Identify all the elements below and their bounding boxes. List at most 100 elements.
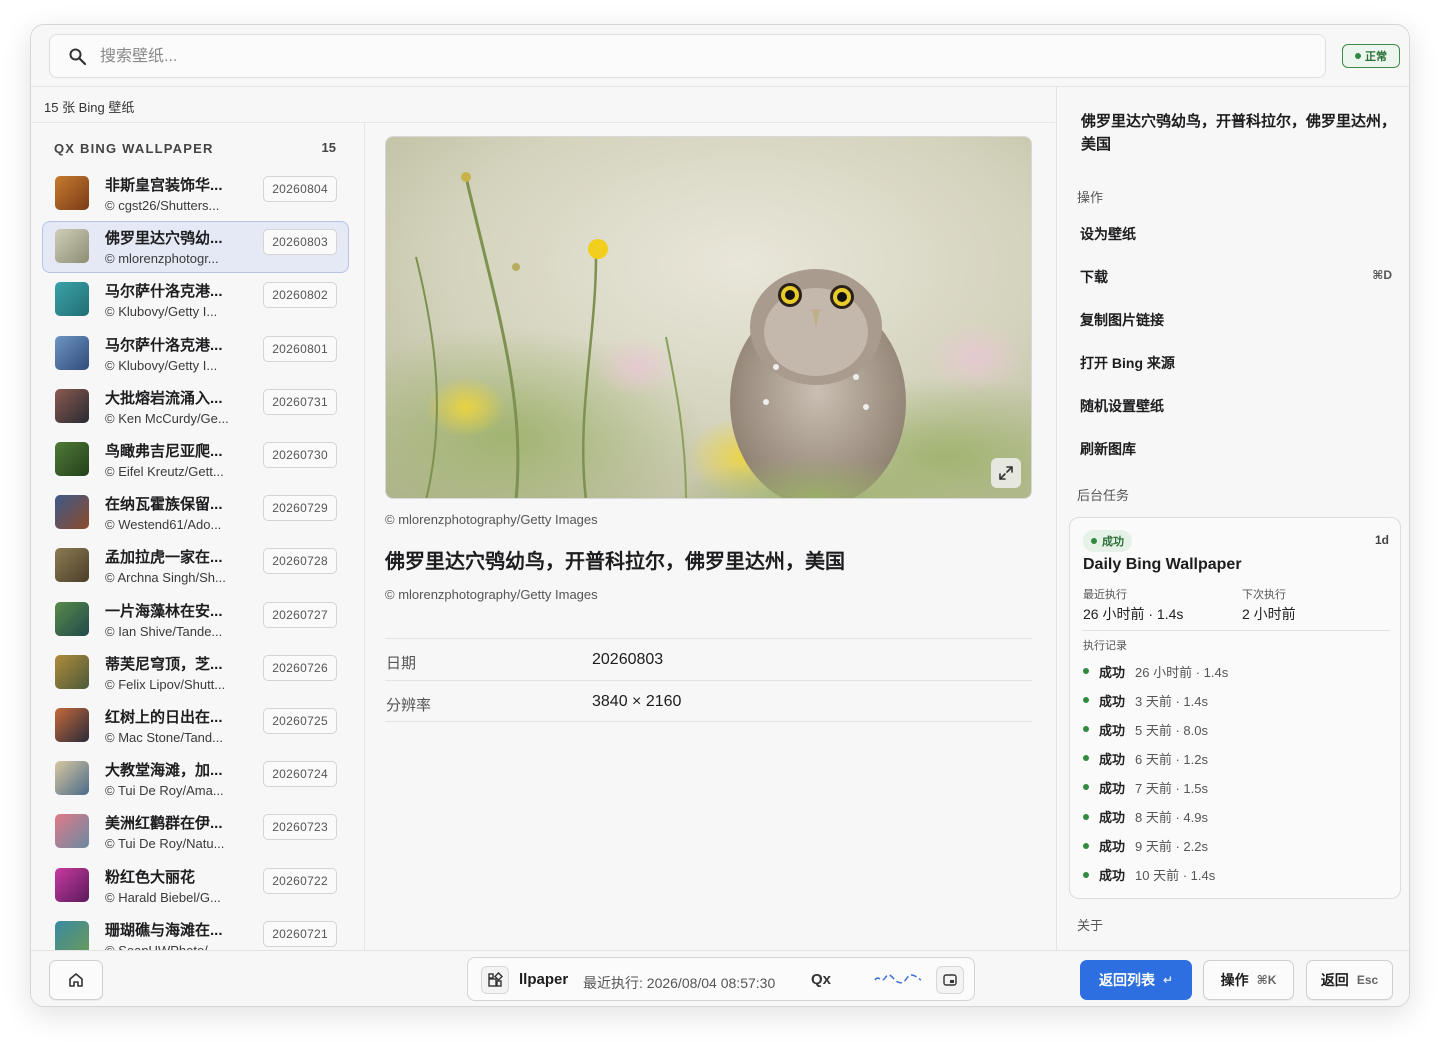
history-detail: 7 天前 · 1.5s — [1135, 780, 1208, 796]
list-item[interactable]: 在纳瓦霍族保留... © Westend61/Ado... 20260729 — [42, 487, 349, 539]
actions-section-label: 操作 — [1077, 190, 1104, 205]
list-item-credit: © Archna Singh/Sh... — [105, 570, 226, 586]
back-to-list-button[interactable]: 返回列表 ↵ — [1080, 960, 1192, 1000]
list-item[interactable]: 一片海藻林在安... © Ian Shive/Tande... 20260727 — [42, 594, 349, 646]
wallpaper-thumbnail — [55, 654, 89, 689]
history-row: 成功 7 天前 · 1.5s — [1083, 777, 1208, 797]
list-item[interactable]: 红树上的日出在... © Mac Stone/Tand... 20260725 — [42, 700, 349, 752]
list-item[interactable]: 珊瑚礁与海滩在... © SeanUWPhoto/... 20260721 — [42, 913, 349, 950]
list-item[interactable]: 鸟瞰弗吉尼亚爬... © Eifel Kreutz/Gett... 20260730 — [42, 434, 349, 486]
action-set-wallpaper[interactable]: 设为壁纸 — [1080, 224, 1392, 246]
status-dot-icon — [1083, 726, 1089, 733]
task-interval: 1d — [1374, 533, 1389, 547]
list-item-credit: © Harald Biebel/G... — [105, 889, 221, 905]
meta-key: 分辨率 — [386, 697, 432, 714]
date-badge: 20260802 — [263, 282, 337, 309]
action-label: 下载 — [1080, 269, 1108, 285]
status-dot-icon — [1355, 53, 1361, 59]
status-dot-icon — [1083, 697, 1089, 704]
list-item[interactable]: 非斯皇宫装饰华... © cgst26/Shutters... 20260804 — [42, 168, 349, 220]
back-button[interactable]: 返回 Esc — [1306, 960, 1393, 1000]
list-item[interactable]: 美洲红鹳群在伊... © Tui De Roy/Natu... 20260723 — [42, 806, 349, 858]
list-item[interactable]: 马尔萨什洛克港... © Klubovy/Getty I... 20260801 — [42, 328, 349, 380]
list-item-title: 美洲红鹳群在伊... — [105, 815, 223, 833]
task-status: 成功 — [1102, 536, 1124, 548]
list-item[interactable]: 大批熔岩流涌入... © Ken McCurdy/Ge... 20260731 — [42, 381, 349, 433]
action-random-wallpaper[interactable]: 随机设置壁纸 — [1080, 396, 1392, 418]
list-item-credit: © Westend61/Ado... — [105, 517, 222, 533]
list-item[interactable]: 佛罗里达穴鸮幼... © mlorenzphotogr... 20260803 — [42, 221, 349, 274]
list-item-credit: © Tui De Roy/Natu... — [105, 836, 225, 852]
wallpaper-thumbnail — [55, 548, 89, 583]
list-item[interactable]: 蒂芙尼穹顶，芝... © Felix Lipov/Shutt... 20260726 — [42, 647, 349, 699]
search-bar: 正常 — [31, 25, 1409, 87]
photo-caption: © mlorenzphotography/Getty Images — [385, 512, 598, 527]
button-label: 返回 — [1320, 972, 1349, 988]
status-badge: 正常 — [1342, 44, 1400, 68]
history-status: 成功 — [1099, 664, 1126, 680]
status-dot-icon — [1083, 842, 1089, 849]
action-open-bing[interactable]: 打开 Bing 来源 — [1080, 353, 1392, 375]
wallpaper-copyright: © mlorenzphotography/Getty Images — [385, 587, 598, 602]
brand-label: Qx — [811, 971, 832, 988]
history-status: 成功 — [1099, 810, 1126, 825]
status-dot-icon — [1083, 813, 1089, 820]
action-download[interactable]: 下载 ⌘D — [1080, 267, 1392, 289]
list-item-title: 马尔萨什洛克港... — [105, 336, 223, 354]
list-item[interactable]: 马尔萨什洛克港... © Klubovy/Getty I... 20260802 — [42, 274, 349, 326]
shortcut-hint: ⌘D — [1372, 268, 1392, 282]
history-row: 成功 8 天前 · 4.9s — [1083, 807, 1208, 827]
expand-image-button[interactable] — [991, 458, 1021, 488]
home-button[interactable] — [49, 960, 103, 1000]
next-run-value: 2 小时前 — [1242, 606, 1296, 622]
history-row: 成功 26 小时前 · 1.4s — [1083, 661, 1228, 681]
wallpaper-thumbnail — [55, 920, 89, 950]
list-item-title: 佛罗里达穴鸮幼... — [105, 230, 223, 248]
list-item-credit: © Felix Lipov/Shutt... — [105, 676, 226, 692]
status-dot-icon — [1083, 784, 1089, 791]
return-key-icon: ↵ — [1162, 973, 1174, 987]
wallpaper-thumbnail — [55, 761, 89, 796]
extension-icon[interactable] — [481, 966, 509, 994]
action-refresh-gallery[interactable]: 刷新图库 — [1080, 439, 1392, 461]
date-badge: 20260724 — [263, 761, 337, 788]
last-run-value: 26 小时前 · 1.4s — [1083, 606, 1184, 622]
list-item[interactable]: 大教堂海滩，加... © Tui De Roy/Ama... 20260724 — [42, 753, 349, 805]
history-row: 成功 10 天前 · 1.4s — [1083, 865, 1215, 885]
shortcut-hint: ⌘K — [1256, 973, 1277, 987]
wallpaper-preview-image[interactable] — [385, 136, 1032, 499]
last-run-timestamp: 最近执行: 2026/08/04 08:57:30 — [583, 975, 776, 991]
footer-bar: llpaper 最近执行: 2026/08/04 08:57:30 Qx 返回列… — [31, 950, 1409, 1006]
list-item[interactable]: 孟加拉虎一家在... © Archna Singh/Sh... 20260728 — [42, 540, 349, 592]
history-detail: 6 天前 · 1.2s — [1135, 751, 1208, 767]
about-section-label: 关于 — [1077, 918, 1104, 933]
side-title: 佛罗里达穴鸮幼鸟，开普科拉尔，佛罗里达州，美国 — [1081, 113, 1397, 153]
actions-button[interactable]: 操作 ⌘K — [1203, 960, 1294, 1000]
list-item-title: 在纳瓦霍族保留... — [105, 496, 223, 514]
meta-value: 20260803 — [592, 651, 664, 668]
button-label: 返回列表 — [1098, 972, 1155, 988]
list-item-title: 珊瑚礁与海滩在... — [105, 921, 223, 939]
list-item-credit: © Ian Shive/Tande... — [105, 623, 223, 639]
wallpaper-thumbnail — [55, 708, 89, 742]
search-box[interactable] — [49, 34, 1326, 78]
app-name: llpaper — [519, 971, 569, 988]
search-input[interactable] — [100, 45, 1200, 69]
list-item-credit: © cgst26/Shutters... — [105, 198, 220, 213]
meta-value: 3840 × 2160 — [592, 693, 682, 710]
list-item-title: 马尔萨什洛克港... — [105, 283, 223, 301]
list-item[interactable]: 粉红色大丽花 © Harald Biebel/G... 20260722 — [42, 860, 349, 912]
actions-panel: 佛罗里达穴鸮幼鸟，开普科拉尔，佛罗里达州，美国 操作 设为壁纸 下载 ⌘D 复制… — [1056, 87, 1409, 950]
date-badge: 20260803 — [263, 229, 337, 256]
history-detail: 26 小时前 · 1.4s — [1135, 664, 1229, 680]
wallpaper-list[interactable]: QX BING WALLPAPER 15 非斯皇宫装饰华... © cgst26/… — [31, 123, 365, 950]
history-row: 成功 5 天前 · 8.0s — [1083, 719, 1208, 739]
wallpaper-thumbnail — [55, 442, 89, 476]
action-copy-link[interactable]: 复制图片链接 — [1080, 310, 1392, 332]
window-icon[interactable] — [936, 966, 964, 994]
meta-key: 日期 — [386, 655, 417, 672]
date-badge: 20260725 — [263, 708, 337, 734]
wallpaper-count: 15 张 Bing 壁纸 — [44, 100, 135, 115]
wallpaper-thumbnail — [55, 176, 89, 210]
action-label: 复制图片链接 — [1080, 312, 1164, 328]
